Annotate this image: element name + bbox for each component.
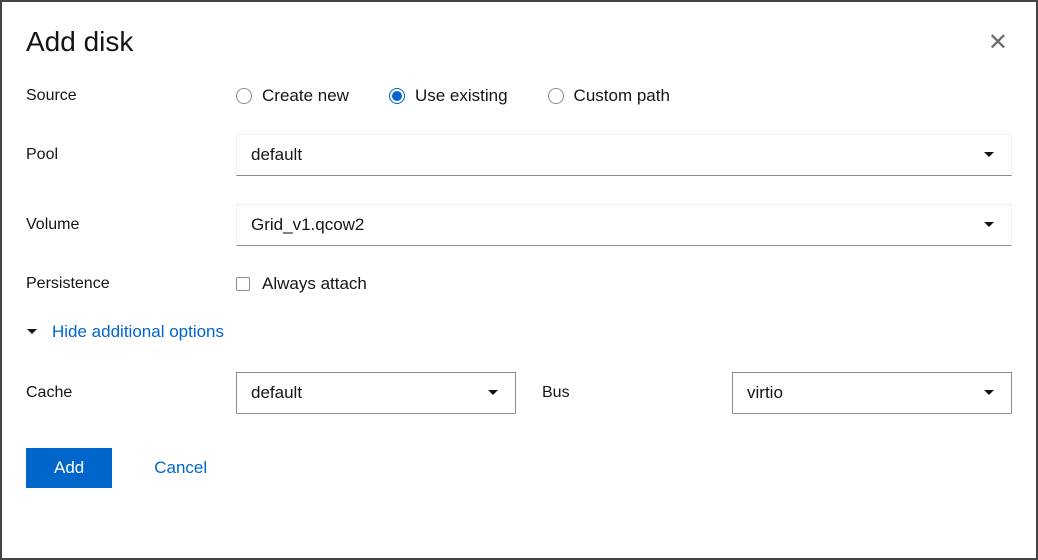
dialog-header: Add disk ✕ — [26, 26, 1012, 58]
persistence-row: Persistence Always attach — [26, 274, 1012, 294]
chevron-down-icon — [487, 389, 499, 397]
dialog-footer: Add Cancel — [26, 448, 1012, 488]
source-radio-use-existing[interactable]: Use existing — [389, 86, 508, 106]
chevron-down-icon — [26, 328, 38, 336]
bus-col: Bus virtio — [522, 372, 1012, 414]
persistence-label: Persistence — [26, 275, 236, 293]
pool-row: Pool default — [26, 134, 1012, 176]
add-button[interactable]: Add — [26, 448, 112, 488]
pool-select[interactable]: default — [236, 134, 1012, 176]
additional-options-label: Hide additional options — [52, 322, 224, 342]
cache-select[interactable]: default — [236, 372, 516, 414]
dialog-title: Add disk — [26, 26, 133, 58]
additional-options-toggle[interactable]: Hide additional options — [26, 322, 1012, 342]
bus-select[interactable]: virtio — [732, 372, 1012, 414]
radio-icon — [236, 88, 252, 104]
pool-value: default — [251, 145, 302, 165]
radio-label: Use existing — [415, 86, 508, 106]
persistence-checkbox[interactable]: Always attach — [236, 274, 367, 294]
pool-label: Pool — [26, 146, 236, 164]
cancel-button[interactable]: Cancel — [154, 458, 207, 478]
volume-value: Grid_v1.qcow2 — [251, 215, 364, 235]
close-button[interactable]: ✕ — [984, 28, 1012, 57]
source-label: Source — [26, 87, 236, 105]
source-row: Source Create new Use existing Custom pa… — [26, 86, 1012, 106]
volume-row: Volume Grid_v1.qcow2 — [26, 204, 1012, 246]
radio-icon — [548, 88, 564, 104]
cache-bus-row: Cache default Bus virtio — [26, 372, 1012, 414]
radio-label: Custom path — [574, 86, 670, 106]
source-radio-create-new[interactable]: Create new — [236, 86, 349, 106]
chevron-down-icon — [983, 389, 995, 397]
chevron-down-icon — [983, 151, 995, 159]
source-radio-group: Create new Use existing Custom path — [236, 86, 670, 106]
chevron-down-icon — [983, 221, 995, 229]
checkbox-label: Always attach — [262, 274, 367, 294]
volume-label: Volume — [26, 216, 236, 234]
close-icon: ✕ — [988, 29, 1008, 56]
bus-label: Bus — [522, 384, 732, 402]
checkbox-icon — [236, 277, 250, 291]
cache-value: default — [251, 383, 302, 403]
radio-icon — [389, 88, 405, 104]
bus-value: virtio — [747, 383, 783, 403]
add-disk-dialog: Add disk ✕ Source Create new Use existin… — [2, 2, 1036, 512]
cache-label: Cache — [26, 384, 236, 402]
radio-label: Create new — [262, 86, 349, 106]
cache-col: Cache default — [26, 372, 522, 414]
source-radio-custom-path[interactable]: Custom path — [548, 86, 670, 106]
volume-select[interactable]: Grid_v1.qcow2 — [236, 204, 1012, 246]
